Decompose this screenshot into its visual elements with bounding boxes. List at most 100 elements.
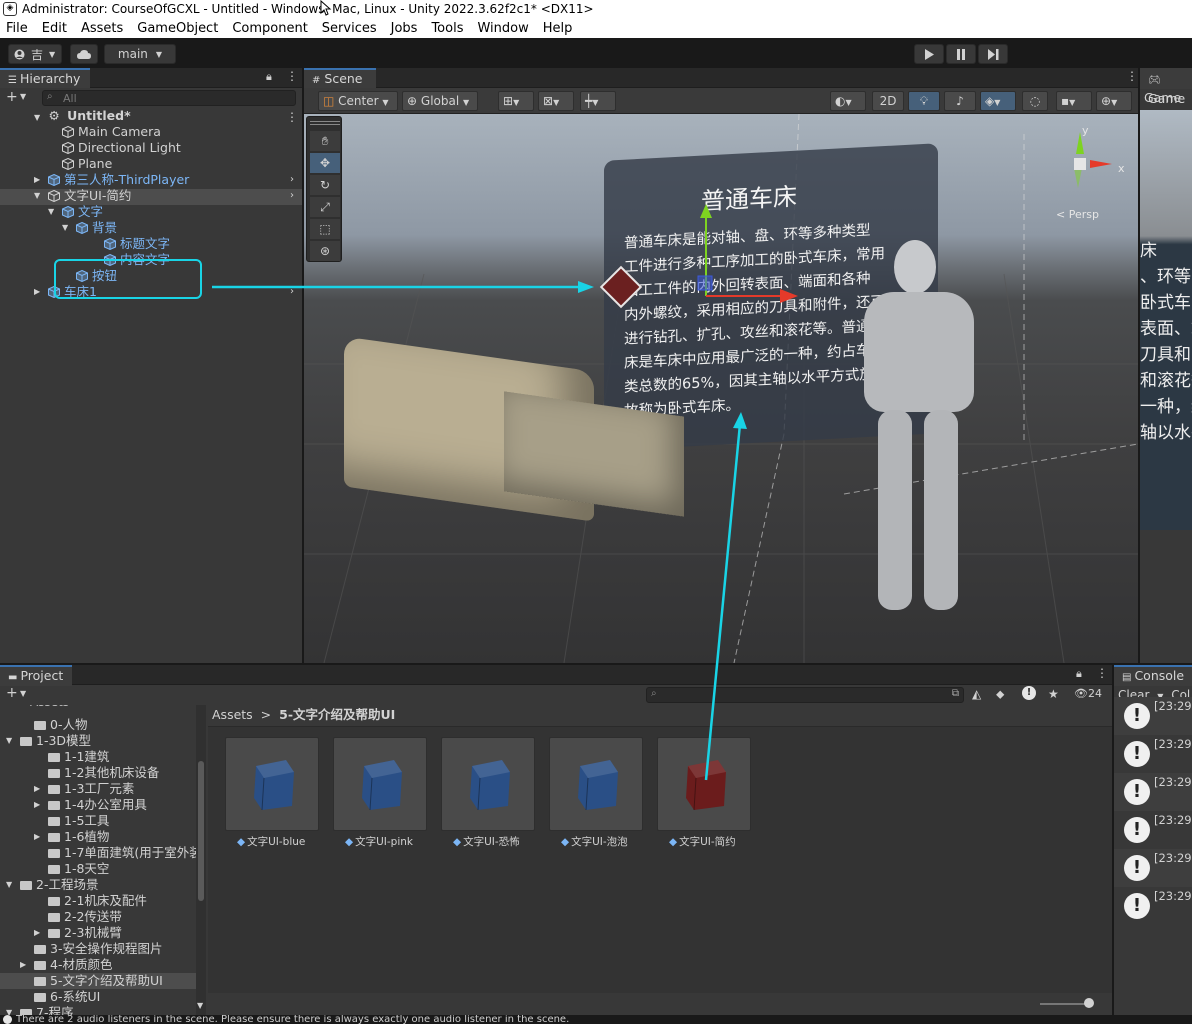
menu-item-edit[interactable]: Edit [42, 21, 67, 36]
folder-item[interactable]: ▶ 1-4办公室用具 [34, 797, 147, 813]
add-icon[interactable]: + [6, 89, 18, 105]
favorite-star-icon[interactable]: ★ [1048, 687, 1059, 701]
move-gizmo[interactable] [594, 204, 804, 324]
play-button[interactable] [914, 44, 944, 64]
folder-item[interactable]: 5-文字介绍及帮助UI [34, 973, 163, 989]
folder-item[interactable]: ▶ 1-6植物 [34, 829, 109, 845]
status-message[interactable]: There are 2 audio listeners in the scene… [16, 1015, 569, 1024]
warning-filter-icon[interactable]: ! [1022, 686, 1036, 700]
console-entry[interactable]: ! [23:29: [1114, 773, 1192, 811]
folder-item[interactable]: 1-8天空 [48, 861, 109, 877]
hierarchy-search-input[interactable]: ⌕ All [42, 90, 296, 106]
chevron-down-icon[interactable]: ▼ [20, 92, 26, 101]
add-icon[interactable]: + [6, 685, 18, 701]
orientation-gizmo[interactable]: y x < Persp [1054, 124, 1134, 224]
console-entry[interactable]: ! [23:29: [1114, 887, 1192, 925]
asset-label[interactable]: ◆ 文字UI-恐怖 [453, 834, 520, 849]
menu-item-jobs[interactable]: Jobs [391, 21, 418, 36]
menu-item-component[interactable]: Component [232, 21, 307, 36]
expand-arrow-icon[interactable]: ▼ [62, 220, 68, 236]
tab-hierarchy[interactable]: ☰ Hierarchy [0, 68, 90, 89]
asset-tile[interactable] [549, 737, 643, 831]
move-tool-button[interactable]: ✥ [310, 153, 340, 173]
scene-viewport[interactable]: 普通车床 普通车床是能对轴、盘、环等多种类型 工件进行多种工序加工的卧式车床，常用… [304, 114, 1138, 663]
hidden-packages-toggle[interactable]: 👁︎24 [1074, 687, 1102, 700]
asset-label[interactable]: ◆ 文字UI-pink [345, 834, 413, 849]
hierarchy-item[interactable]: 标题文字 [104, 236, 170, 252]
menu-item-window[interactable]: Window [477, 21, 528, 36]
filter-type-icon[interactable]: ◭ [972, 687, 981, 701]
folder-item[interactable]: ▼ 2-工程场景 [6, 877, 98, 893]
chevron-right-icon[interactable]: › [290, 286, 294, 297]
scale-tool-button[interactable]: ⤢ [310, 197, 340, 217]
folder-tree-scrollbar[interactable]: ▼ [196, 705, 206, 1015]
chevron-right-icon[interactable]: › [290, 174, 294, 185]
folder-item[interactable]: ▶ 4-材质颜色 [20, 957, 112, 973]
drag-handle[interactable] [310, 121, 340, 125]
hierarchy-item[interactable]: Plane [62, 156, 112, 172]
menu-item-tools[interactable]: Tools [431, 21, 463, 36]
expand-arrow-icon[interactable]: ▶ [20, 957, 26, 973]
cloud-button[interactable] [70, 44, 98, 64]
hierarchy-item[interactable]: ▶ 第三人称-ThirdPlayer [34, 172, 189, 188]
more-menu-icon[interactable]: ⋮ [1096, 666, 1108, 680]
menu-item-services[interactable]: Services [322, 21, 377, 36]
chevron-down-icon[interactable]: ▼ [20, 689, 26, 698]
console-entry[interactable]: ! [23:29: [1114, 697, 1192, 735]
folder-item[interactable]: 1-7单面建筑(用于室外装 [48, 845, 202, 861]
expand-arrow-icon[interactable]: ▶ [34, 797, 40, 813]
rect-tool-button[interactable]: ⬚ [310, 219, 340, 239]
tab-console[interactable]: ▤ Console [1114, 665, 1192, 686]
asset-tile[interactable] [333, 737, 427, 831]
expand-arrow-icon[interactable]: ▼ [34, 188, 40, 204]
expand-arrow-icon[interactable]: ▼ [48, 204, 54, 220]
expand-arrow-icon[interactable]: ▶ [34, 829, 40, 845]
tab-game[interactable]: 🎮︎ Game [1140, 68, 1192, 106]
transform-tool-button[interactable]: ⊛ [310, 241, 340, 261]
expand-arrow-icon[interactable]: ▶ [34, 172, 40, 188]
menu-item-help[interactable]: Help [543, 21, 573, 36]
console-entry[interactable]: ! [23:29: [1114, 849, 1192, 887]
zoom-slider-thumb[interactable] [1084, 998, 1094, 1008]
hierarchy-item[interactable]: Main Camera [62, 124, 161, 140]
scene-root[interactable]: ▼ ⚙ Untitled* [34, 108, 131, 124]
hierarchy-item[interactable]: Directional Light [62, 140, 181, 156]
effects-toggle[interactable]: ◈▼ [980, 91, 1016, 111]
more-menu-icon[interactable]: ⋮ [286, 69, 298, 83]
menu-item-assets[interactable]: Assets [81, 21, 123, 36]
folder-item[interactable]: 6-系统UI [34, 989, 100, 1005]
project-search-input[interactable]: ⌕ ⧉ [646, 687, 964, 703]
asset-label[interactable]: ◆ 文字UI-blue [237, 834, 305, 849]
hierarchy-item[interactable]: ▼ 文字UI-简约 [34, 188, 131, 204]
step-button[interactable] [978, 44, 1008, 64]
space-dropdown[interactable]: ⊕ Global ▼ [402, 91, 478, 111]
lock-icon[interactable]: 🔒︎ [1076, 667, 1082, 681]
ruler-button[interactable]: ┿▼ [580, 91, 616, 111]
tab-scene[interactable]: # Scene [304, 68, 376, 89]
asset-tile[interactable] [441, 737, 535, 831]
folder-item[interactable]: 1-5工具 [48, 813, 109, 829]
gizmos-dropdown[interactable]: ⊕▼ [1096, 91, 1132, 111]
console-entry[interactable]: ! [23:29: [1114, 735, 1192, 773]
menu-item-gameobject[interactable]: GameObject [137, 21, 218, 36]
expand-arrow-icon[interactable]: ▼ [6, 877, 12, 893]
folder-item[interactable]: 2-1机床及配件 [48, 893, 147, 909]
rotate-tool-button[interactable]: ↻ [310, 175, 340, 195]
tag-icon[interactable]: ⬥ [996, 687, 1004, 702]
breadcrumb-current[interactable]: 5-文字介绍及帮助UI [279, 707, 395, 722]
tab-project[interactable]: ▬ Project [0, 665, 72, 686]
game-view[interactable]: 床、环等卧式车表面、端刀具和附和滚花等一种，约轴以水平 [1140, 110, 1192, 530]
asset-label[interactable]: ◆ 文字UI-简约 [669, 834, 736, 849]
expand-arrow-icon[interactable]: ▶ [34, 925, 40, 941]
hierarchy-item[interactable]: ▼ 文字 [48, 204, 103, 220]
increment-snap-button[interactable]: ⊠▼ [538, 91, 574, 111]
toggle-2d-button[interactable]: 2D [872, 91, 904, 111]
folder-item[interactable]: 2-2传送带 [48, 909, 122, 925]
folder-item[interactable]: 3-安全操作规程图片 [34, 941, 162, 957]
hierarchy-item[interactable]: ▼ 背景 [62, 220, 117, 236]
visibility-toggle[interactable]: ◌ [1022, 91, 1048, 111]
pause-button[interactable] [946, 44, 976, 64]
lighting-toggle[interactable]: 💡︎ [908, 91, 940, 111]
account-button[interactable]: 吉 ▼ [8, 44, 62, 64]
audio-toggle[interactable]: ♪ [944, 91, 976, 111]
